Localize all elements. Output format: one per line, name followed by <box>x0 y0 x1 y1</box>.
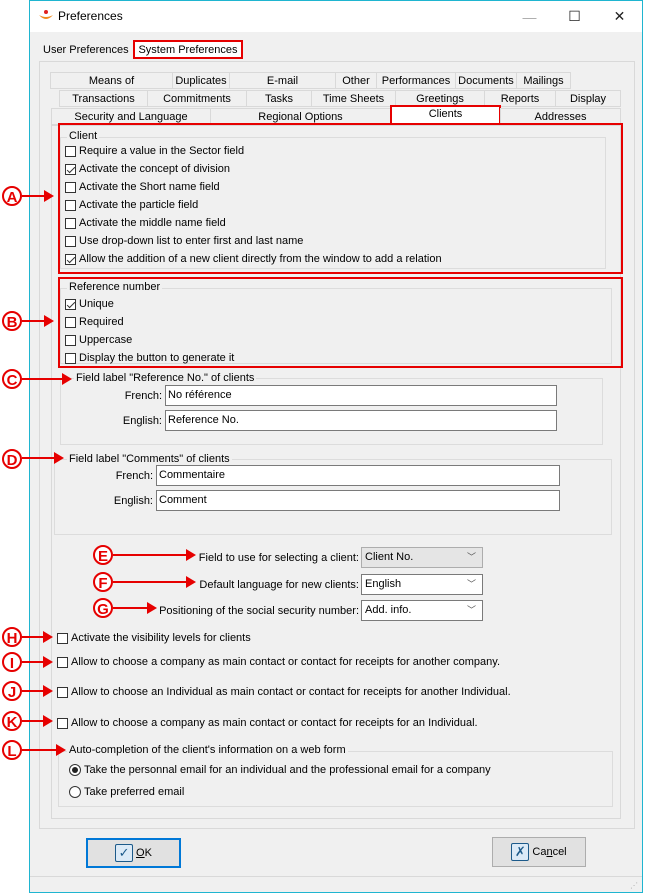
radio-preferred-email[interactable]: Take preferred email <box>69 784 184 800</box>
close-icon: ✕ <box>613 8 626 24</box>
select-ssn-position[interactable]: Add. info. ﹀ <box>361 600 483 621</box>
reference-label-group-label: Field label "Reference No." of clients <box>74 372 257 384</box>
select-client-field[interactable]: Client No. ﹀ <box>361 547 483 568</box>
tab-commitments[interactable]: Commitments <box>147 90 247 107</box>
select-value: English <box>365 578 402 590</box>
tab-transactions[interactable]: Transactions <box>59 90 148 107</box>
checkbox-label: Allow to choose a company as main contac… <box>71 717 478 729</box>
radio-personal-professional-email[interactable]: Take the personnal email for an individu… <box>69 762 491 778</box>
comments-label-group-label: Field label "Comments" of clients <box>67 453 232 465</box>
radio-dot[interactable] <box>69 764 81 776</box>
checkmark-icon: ✓ <box>115 844 134 862</box>
tab-time-sheets[interactable]: Time Sheets <box>311 90 396 107</box>
chevron-down-icon: ﹀ <box>466 552 476 562</box>
annotation-marker-e: E <box>93 545 113 565</box>
select-default-language[interactable]: English ﹀ <box>361 574 483 595</box>
radio-label: Take preferred email <box>84 786 185 798</box>
checkbox-box[interactable] <box>57 632 68 644</box>
tab-tasks[interactable]: Tasks <box>246 90 312 107</box>
annotation-marker-f: F <box>93 572 113 592</box>
tab-user-preferences[interactable]: User Preferences <box>43 44 129 56</box>
status-separator <box>30 876 642 877</box>
annotation-marker-h: H <box>2 627 22 647</box>
checkbox-company-for-individual[interactable]: Allow to choose a company as main contac… <box>57 715 478 731</box>
comments-french-label: French: <box>115 470 153 482</box>
chevron-down-icon: ﹀ <box>466 579 476 589</box>
annotation-marker-l: L <box>2 740 22 760</box>
tab-clients[interactable]: Clients <box>390 105 501 125</box>
checkbox-visibility-levels[interactable]: Activate the visibility levels for clien… <box>57 630 251 646</box>
annotation-arrow-d <box>22 452 64 464</box>
tab-means-of-communication[interactable]: Means of communication <box>50 72 173 104</box>
checkbox-individual-for-individual[interactable]: Allow to choose an Individual as main co… <box>57 684 511 700</box>
select-value: Add. info. <box>365 604 412 616</box>
annotation-marker-a: A <box>2 186 22 206</box>
annotation-arrow-a <box>22 190 54 202</box>
tab-performances[interactable]: Performances <box>376 72 456 89</box>
checkbox-company-for-company[interactable]: Allow to choose a company as main contac… <box>57 654 500 670</box>
tab-mailings[interactable]: Mailings <box>516 72 571 89</box>
chevron-down-icon: ﹀ <box>466 605 476 615</box>
maximize-button[interactable]: ☐ <box>552 1 597 32</box>
checkbox-label: Allow to choose a company as main contac… <box>71 656 501 668</box>
annotation-arrow-f <box>113 576 196 588</box>
checkbox-box[interactable] <box>57 656 68 668</box>
checkbox-box[interactable] <box>57 717 68 729</box>
annotation-marker-j: J <box>2 681 22 701</box>
app-logo-icon <box>39 10 53 19</box>
tab-display[interactable]: Display <box>555 90 621 107</box>
ref-english-input[interactable]: Reference No. <box>165 410 557 431</box>
tab-duplicates[interactable]: Duplicates <box>172 72 230 89</box>
annotation-marker-g: G <box>93 598 113 618</box>
annotation-arrow-b <box>22 315 54 327</box>
ok-label: OK <box>136 847 152 859</box>
ref-french-label: French: <box>124 390 162 402</box>
title-bar: Preferences — ☐ ✕ <box>30 1 642 32</box>
radio-label: Take the personnal email for an individu… <box>84 764 491 776</box>
comments-english-label: English: <box>113 495 153 507</box>
annotation-box-client <box>58 123 623 274</box>
comments-english-input[interactable]: Comment <box>156 490 560 511</box>
tab-system-preferences[interactable]: System Preferences <box>133 40 243 59</box>
annotation-arrow-e <box>113 549 196 561</box>
minimize-icon: — <box>522 8 537 25</box>
annotation-arrow-c <box>22 373 72 385</box>
minimize-button[interactable]: — <box>507 1 552 32</box>
annotation-box-reference <box>58 277 623 368</box>
annotation-arrow-k <box>22 715 53 727</box>
annotation-marker-d: D <box>2 449 22 469</box>
ref-french-input[interactable]: No référence <box>165 385 557 406</box>
tab-email-blast[interactable]: E-mail Blast/eReceipts <box>229 72 336 104</box>
resize-grip-icon[interactable]: ⋰ <box>630 881 638 890</box>
annotation-arrow-j <box>22 685 53 697</box>
annotation-arrow-h <box>22 631 53 643</box>
checkbox-label: Allow to choose an Individual as main co… <box>71 686 511 698</box>
checkbox-box[interactable] <box>57 686 68 698</box>
autocomplete-group-label: Auto-completion of the client's informat… <box>67 744 348 756</box>
comments-french-input[interactable]: Commentaire <box>156 465 560 486</box>
x-cancel-icon: ✗ <box>511 843 530 861</box>
annotation-marker-k: K <box>2 711 22 731</box>
ref-english-label: English: <box>122 415 162 427</box>
tab-documents[interactable]: Documents <box>455 72 517 89</box>
annotation-marker-b: B <box>2 311 22 331</box>
radio-dot[interactable] <box>69 786 81 798</box>
annotation-arrow-g <box>113 602 157 614</box>
select-value: Client No. <box>365 551 414 563</box>
ok-button[interactable]: ✓ OK <box>86 838 181 868</box>
annotation-marker-i: I <box>2 652 22 672</box>
maximize-icon: ☐ <box>568 8 581 24</box>
close-button[interactable]: ✕ <box>597 1 642 32</box>
checkbox-label: Activate the visibility levels for clien… <box>71 632 251 644</box>
annotation-arrow-i <box>22 656 53 668</box>
tab-other[interactable]: Other <box>335 72 377 89</box>
cancel-button[interactable]: ✗ Cancel <box>492 837 586 867</box>
window-title: Preferences <box>58 9 123 23</box>
cancel-label: Cancel <box>532 846 567 858</box>
annotation-arrow-l <box>22 744 66 756</box>
annotation-marker-c: C <box>2 369 22 389</box>
